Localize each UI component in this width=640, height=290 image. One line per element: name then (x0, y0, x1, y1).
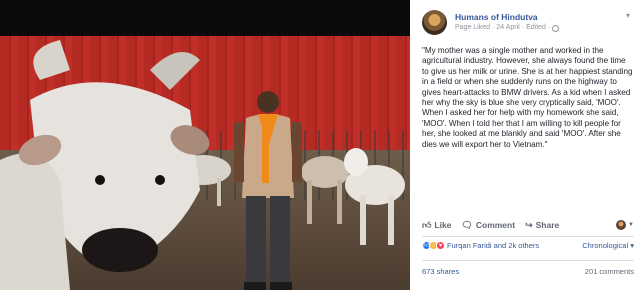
page-avatar[interactable] (422, 10, 447, 35)
share-arrow-icon: ↪ (525, 219, 533, 230)
post-text: "My mother was a single mother and worke… (422, 46, 633, 149)
post-stats: 673 shares 201 comments (422, 267, 634, 276)
globe-icon (552, 24, 560, 32)
like-label: Like (434, 220, 452, 230)
divider (422, 260, 634, 261)
chevron-down-icon[interactable]: ▾ (626, 11, 630, 20)
post-date[interactable]: 24 April (496, 23, 519, 33)
edited-label[interactable]: Edited (526, 23, 546, 33)
post-actions: 👍︎ Like 🗨︎ Comment ↪ Share ▼ (422, 217, 634, 233)
post-panel: Humans of Hindutva Page Liked · 24 April… (410, 0, 640, 290)
reaction-icons[interactable]: 👍︎ ☺ ♥ (422, 241, 445, 250)
thumbs-up-icon: 👍︎ (422, 219, 432, 230)
like-button[interactable]: 👍︎ Like (422, 220, 451, 231)
love-reaction-icon: ♥ (436, 241, 445, 250)
comment-label: Comment (475, 220, 516, 230)
post-meta: Page Liked · 24 April · Edited · (455, 23, 560, 33)
divider (422, 236, 634, 237)
post-as-selector[interactable]: ▼ (616, 220, 634, 230)
shares-count[interactable]: 673 shares (422, 267, 459, 276)
post-photo[interactable] (0, 0, 410, 290)
page-name-link[interactable]: Humans of Hindutva (455, 12, 559, 23)
avatar (616, 220, 627, 230)
post-header: Humans of Hindutva Page Liked · 24 April… (422, 10, 560, 35)
cow-image (344, 148, 405, 245)
page-liked-status[interactable]: Page Liked (455, 23, 490, 33)
man-figure (234, 91, 302, 290)
share-label: Share (535, 220, 560, 230)
caret-down-icon: ▾ (630, 241, 634, 250)
reactions-row: 👍︎ ☺ ♥ Furqan Faridi and 2k others Chron… (422, 241, 634, 250)
reaction-summary[interactable]: Furqan Faridi and 2k others (447, 241, 539, 250)
comment-sort-dropdown[interactable]: Chronological ▾ (582, 241, 634, 250)
comments-count[interactable]: 201 comments (585, 267, 634, 276)
caret-down-icon: ▼ (628, 222, 634, 228)
speech-bubble-icon: 🗨︎ (461, 219, 473, 230)
share-button[interactable]: ↪ Share (525, 220, 559, 231)
comment-button[interactable]: 🗨︎ Comment (461, 220, 515, 231)
cow-image (0, 40, 210, 290)
